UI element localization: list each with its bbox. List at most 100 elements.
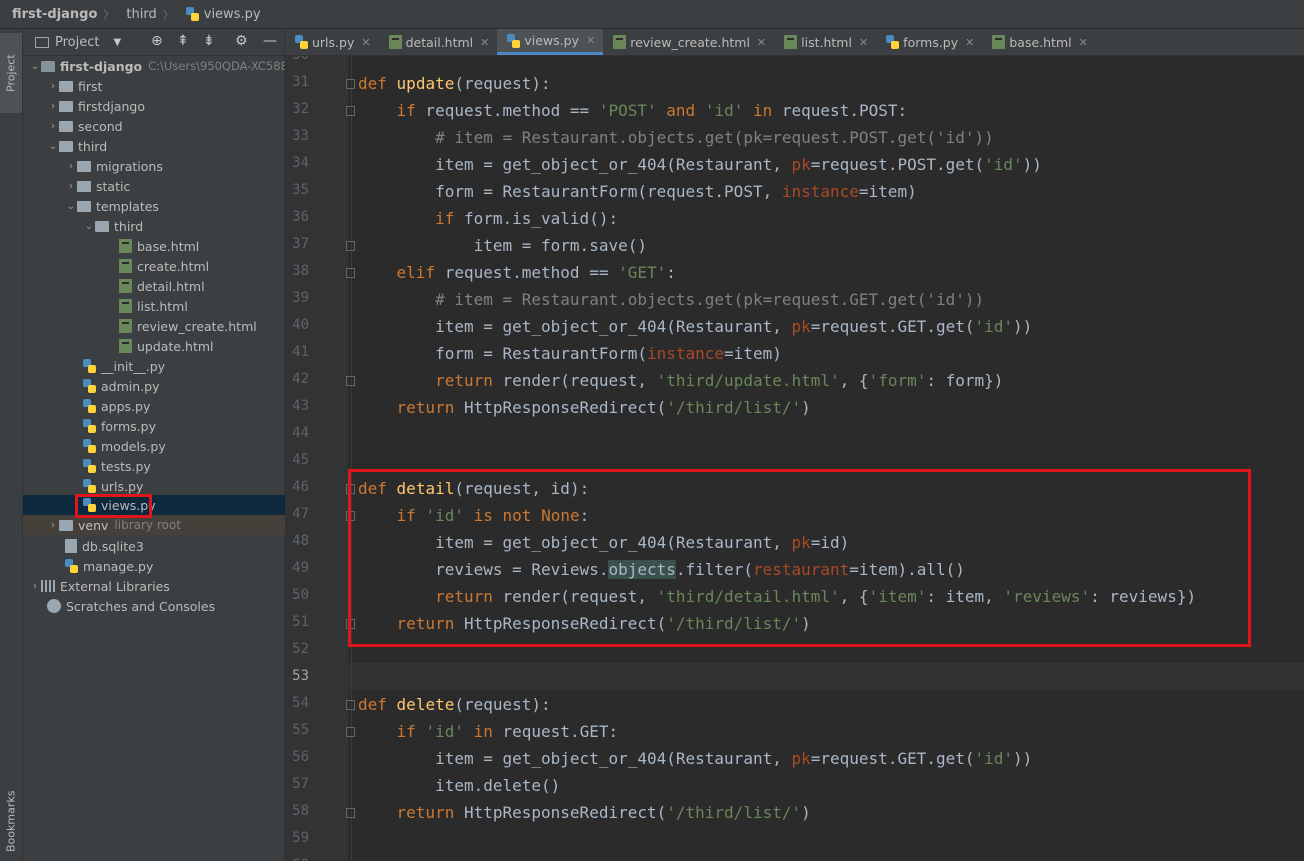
fold-marker-icon[interactable] [346, 241, 355, 251]
bookmarks-tool-tab-label: Bookmarks [4, 790, 18, 852]
tree-item-static[interactable]: › static [23, 176, 326, 196]
tree-item-label: first-django [60, 58, 143, 74]
python-file-icon [83, 419, 96, 433]
chevron-right-icon[interactable]: › [65, 181, 77, 192]
line-number: 32 [292, 101, 309, 117]
fold-marker-icon[interactable] [346, 808, 355, 818]
tree-item-label: __init__.py [101, 358, 166, 374]
tree-item-first-django[interactable]: ⌄ first-django C:\Users\950QDA-XC588 [23, 56, 290, 76]
tree-item-db-sqlite3[interactable]: db.sqlite3 [23, 536, 326, 556]
python-file-icon [83, 439, 96, 453]
code-line: # item = Restaurant.objects.get(pk=reque… [435, 290, 985, 309]
fold-marker-icon[interactable] [346, 106, 355, 116]
project-tool-tab-label: Project [4, 54, 18, 92]
tab-list-html[interactable]: list.html ✕ [774, 29, 876, 55]
chevron-right-icon[interactable]: › [65, 161, 77, 172]
python-file-icon [83, 498, 96, 512]
tab-urls-py[interactable]: urls.py ✕ [285, 29, 379, 55]
fold-marker-icon[interactable] [346, 376, 355, 386]
line-number: 59 [292, 830, 309, 846]
tab-label: views.py [524, 33, 579, 48]
current-line-highlight [285, 663, 1304, 690]
code-line: form = RestaurantForm(instance=item) [358, 344, 782, 363]
tree-item-scratches[interactable]: Scratches and Consoles [23, 596, 308, 616]
tree-item-label: forms.py [101, 418, 156, 434]
line-number: 48 [292, 533, 309, 549]
fold-marker-icon[interactable] [346, 619, 355, 629]
chevron-right-icon[interactable]: › [29, 581, 41, 592]
tree-item-third[interactable]: ⌄ third [23, 136, 308, 156]
tree-item-label: migrations [96, 158, 163, 174]
folder-icon [77, 160, 91, 172]
chevron-right-icon[interactable]: › [47, 121, 59, 132]
fold-marker-icon[interactable] [346, 79, 355, 89]
tree-item-manage-py[interactable]: manage.py [23, 556, 326, 576]
chevron-down-icon[interactable]: ⌄ [83, 221, 95, 232]
breadcrumb-file[interactable]: views.py [174, 7, 261, 22]
tool-window-strip: Project Bookmarks [0, 29, 23, 861]
expand-all-icon[interactable]: ⇞ [177, 33, 189, 49]
tree-item-venv[interactable]: › venv library root [23, 515, 308, 535]
html-file-icon [613, 35, 627, 49]
tree-item-label: list.html [137, 298, 188, 314]
breadcrumb-folder[interactable]: third [114, 7, 156, 22]
chevron-right-icon[interactable]: › [47, 520, 59, 531]
close-icon[interactable]: ✕ [361, 36, 370, 49]
python-file-icon [185, 7, 199, 21]
close-icon[interactable]: ✕ [965, 36, 974, 49]
python-file-icon [83, 479, 96, 493]
tab-forms-py[interactable]: forms.py ✕ [876, 29, 982, 55]
chevron-right-icon[interactable]: › [47, 101, 59, 112]
chevron-right-icon: 〉 [103, 8, 115, 21]
tree-item-label: db.sqlite3 [82, 538, 144, 554]
line-number: 53 [292, 668, 309, 684]
bookmarks-tool-tab[interactable]: Bookmarks [0, 781, 22, 861]
tree-item-templates[interactable]: ⌄ templates [23, 196, 326, 216]
tree-item-firstdjango[interactable]: › firstdjango [23, 96, 308, 116]
close-icon[interactable]: ✕ [757, 36, 766, 49]
breadcrumb-project[interactable]: first-django [0, 7, 97, 22]
locate-file-icon[interactable]: ⊕ [151, 33, 163, 49]
close-icon[interactable]: ✕ [859, 36, 868, 49]
chevron-down-icon[interactable]: ⌄ [29, 61, 41, 72]
project-tool-tab[interactable]: Project [0, 33, 22, 113]
tree-item-label: first [78, 78, 103, 94]
close-icon[interactable]: ✕ [1079, 36, 1088, 49]
code-line: def detail(request, id): [358, 479, 590, 498]
python-file-icon [83, 399, 96, 413]
tree-item-external-libraries[interactable]: › External Libraries [23, 576, 290, 596]
html-file-icon [992, 35, 1006, 49]
line-number: 60 [285, 857, 309, 861]
fold-marker-icon[interactable] [346, 511, 355, 521]
tree-item-first[interactable]: › first [23, 76, 308, 96]
tab-review-create-html[interactable]: review_create.html ✕ [603, 29, 774, 55]
line-number: 58 [292, 803, 309, 819]
tree-item-migrations[interactable]: › migrations [23, 156, 326, 176]
project-view-selector[interactable]: Project [55, 35, 99, 50]
tab-base-html[interactable]: base.html ✕ [982, 29, 1095, 55]
tab-views-py[interactable]: views.py ✕ [497, 29, 604, 55]
tab-detail-html[interactable]: detail.html ✕ [379, 29, 498, 55]
code-line: if 'id' in request.GET: [396, 722, 619, 741]
fold-marker-icon[interactable] [346, 484, 355, 494]
code-editor[interactable]: 30 31 32 33 34 35 36 37 38 39 40 41 42 43 44 45 46 47 48 49… [285, 56, 1304, 861]
fold-marker-icon[interactable] [346, 700, 355, 710]
breadcrumb-file-label: views.py [203, 6, 261, 22]
chevron-down-icon[interactable]: ▼ [113, 37, 121, 48]
tab-label: review_create.html [630, 34, 750, 50]
fold-marker-icon[interactable] [346, 727, 355, 737]
chevron-down-icon[interactable]: ⌄ [65, 201, 77, 212]
fold-marker-icon[interactable] [346, 268, 355, 278]
tree-item-label: third [114, 218, 144, 234]
gear-icon[interactable]: ⚙ [235, 33, 248, 49]
tree-item-second[interactable]: › second [23, 116, 308, 136]
close-icon[interactable]: ✕ [480, 36, 489, 49]
minimize-icon[interactable]: — [263, 33, 277, 49]
python-file-icon [83, 459, 96, 473]
line-number: 35 [292, 182, 309, 198]
chevron-down-icon[interactable]: ⌄ [47, 141, 59, 152]
tree-item-label: venv [78, 517, 109, 533]
chevron-right-icon[interactable]: › [47, 81, 59, 92]
close-icon[interactable]: ✕ [586, 34, 595, 47]
collapse-all-icon[interactable]: ⇟ [203, 33, 215, 49]
